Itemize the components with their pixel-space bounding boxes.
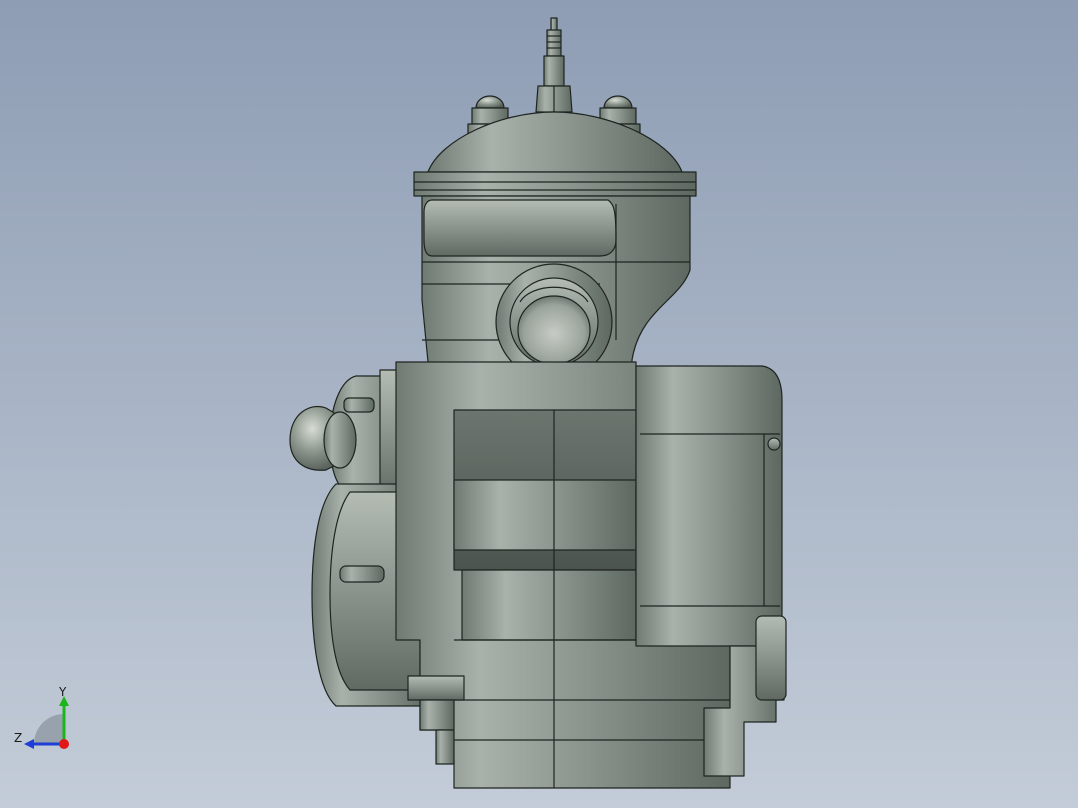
coordinate-triad: Y Z — [10, 684, 80, 754]
y-axis-label: Y — [59, 685, 67, 699]
spark-plug — [535, 17, 573, 113]
engine-3d-model[interactable] — [0, 0, 1078, 808]
z-axis-label: Z — [14, 731, 23, 745]
cad-viewport[interactable]: Y Z — [0, 0, 1078, 808]
breather-cap — [289, 406, 357, 471]
gearbox-cover — [635, 365, 783, 647]
cylinder-head — [427, 111, 683, 173]
head-flange — [413, 171, 697, 197]
